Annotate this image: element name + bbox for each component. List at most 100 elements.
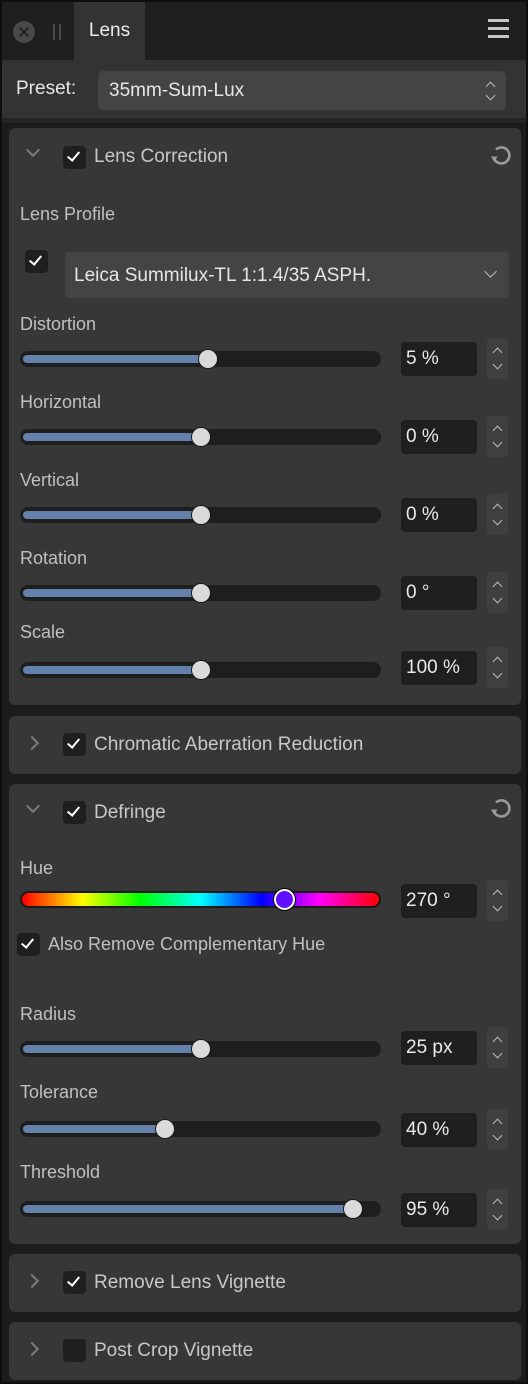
slider-fill: [23, 1205, 354, 1213]
section-header[interactable]: Defringe: [9, 784, 521, 840]
tab-lens[interactable]: Lens: [74, 2, 145, 60]
slider-thumb[interactable]: [197, 349, 218, 369]
slider-track[interactable]: [20, 505, 381, 525]
section-header[interactable]: Remove Lens Vignette: [9, 1254, 521, 1310]
section-title: Post Crop Vignette: [94, 1340, 254, 1361]
hue-value-field[interactable]: 270 °: [401, 884, 477, 918]
chevron-right-icon[interactable]: [24, 1273, 40, 1289]
checkmark-icon: [20, 935, 35, 949]
up-down-chevron-icon[interactable]: [491, 503, 503, 527]
section-header[interactable]: Chromatic Aberration Reduction: [9, 716, 521, 772]
stepper[interactable]: [487, 1189, 508, 1230]
section-title: Lens Correction: [94, 146, 229, 167]
section-post-crop-vignette: Post Crop Vignette: [9, 1322, 521, 1380]
slider-thumb[interactable]: [190, 505, 211, 525]
chromatic-aberration-checkbox[interactable]: [63, 733, 86, 756]
slider-thumb[interactable]: [190, 427, 211, 447]
hamburger-menu-icon[interactable]: [488, 19, 509, 39]
value-field[interactable]: 0 %: [401, 498, 477, 532]
section-defringe: Defringe Hue 270 ° Also Remove Complemen…: [9, 784, 521, 1244]
stepper[interactable]: [487, 494, 508, 535]
section-header[interactable]: Lens Correction: [9, 128, 521, 184]
panel-header: Lens: [2, 2, 526, 60]
preset-label: Preset:: [16, 78, 77, 99]
up-down-chevron-icon[interactable]: [491, 425, 503, 449]
up-down-chevron-icon[interactable]: [491, 1198, 503, 1222]
lens-correction-checkbox[interactable]: [63, 146, 86, 169]
slider-fill: [23, 1045, 201, 1053]
checkmark-icon: [66, 735, 81, 749]
chevron-down-icon[interactable]: [25, 142, 41, 158]
close-icon[interactable]: [13, 21, 35, 43]
stepper[interactable]: [487, 338, 508, 379]
chevron-right-icon[interactable]: [24, 1341, 40, 1357]
remove-lens-vignette-checkbox[interactable]: [63, 1271, 86, 1294]
value-field[interactable]: 100 %: [401, 651, 477, 685]
preset-row: Preset: 35mm-Sum-Lux: [2, 60, 526, 118]
preset-value: 35mm-Sum-Lux: [109, 80, 245, 101]
post-crop-vignette-checkbox[interactable]: [63, 1339, 86, 1362]
value-field[interactable]: 95 %: [401, 1193, 477, 1227]
chevron-down-icon[interactable]: [25, 798, 41, 814]
slider-label: Vertical: [20, 470, 80, 490]
section-lens-correction: Lens Correction Lens Profile Leica Summi…: [9, 128, 521, 705]
slider-thumb[interactable]: [155, 1119, 175, 1139]
up-down-chevron-icon[interactable]: [491, 347, 503, 371]
stepper[interactable]: [487, 880, 508, 921]
up-down-chevron-icon[interactable]: [491, 656, 503, 680]
section-header[interactable]: Post Crop Vignette: [9, 1322, 521, 1378]
slider-track[interactable]: [20, 1119, 381, 1139]
lens-profile-select[interactable]: Leica Summilux-TL 1:1.4/35 ASPH.: [65, 252, 509, 298]
up-down-chevron-icon[interactable]: [491, 1118, 503, 1142]
value-field[interactable]: 5 %: [401, 342, 477, 376]
slider-thumb[interactable]: [343, 1199, 364, 1219]
value-field[interactable]: 0 °: [401, 576, 477, 610]
hue-slider-thumb[interactable]: [274, 889, 296, 910]
stepper[interactable]: [487, 1109, 508, 1150]
reset-icon[interactable]: [490, 144, 512, 166]
value-field[interactable]: 0 %: [401, 420, 477, 454]
up-down-chevron-icon[interactable]: [491, 889, 503, 913]
slider-thumb[interactable]: [190, 660, 211, 680]
slider-track[interactable]: [20, 349, 381, 369]
slider-label: Threshold: [20, 1162, 101, 1182]
up-down-chevron-icon[interactable]: [491, 581, 503, 605]
also-remove-complementary-label: Also Remove Complementary Hue: [48, 934, 326, 954]
slider-label: Tolerance: [20, 1082, 99, 1102]
preset-select[interactable]: 35mm-Sum-Lux: [98, 71, 506, 110]
defringe-checkbox[interactable]: [63, 801, 86, 824]
slider-thumb[interactable]: [190, 1039, 211, 1059]
hue-slider-track[interactable]: [20, 889, 381, 910]
also-remove-complementary-checkbox[interactable]: [17, 933, 40, 956]
section-remove-lens-vignette: Remove Lens Vignette: [9, 1254, 521, 1312]
section-title: Chromatic Aberration Reduction: [94, 734, 364, 755]
stepper[interactable]: [487, 647, 508, 688]
value-field[interactable]: 25 px: [401, 1031, 477, 1065]
chevron-down-icon: [484, 265, 497, 278]
slider-track[interactable]: [20, 427, 381, 447]
slider-fill: [23, 355, 208, 363]
slider-fill: [23, 1125, 165, 1133]
drag-handle-icon[interactable]: [53, 24, 61, 40]
slider-track[interactable]: [20, 583, 381, 603]
lens-profile-checkbox[interactable]: [25, 250, 48, 273]
slider-track[interactable]: [20, 1199, 381, 1219]
reset-icon[interactable]: [490, 797, 512, 819]
slider-fill: [23, 511, 201, 519]
up-down-chevron-icon[interactable]: [491, 1036, 503, 1060]
slider-thumb[interactable]: [190, 583, 211, 603]
stepper[interactable]: [487, 572, 508, 613]
divider: [2, 118, 526, 123]
slider-fill: [23, 589, 201, 597]
section-title: Defringe: [94, 802, 166, 823]
slider-track[interactable]: [20, 1039, 381, 1059]
slider-track[interactable]: [20, 660, 381, 680]
stepper[interactable]: [487, 416, 508, 457]
stepper[interactable]: [487, 1027, 508, 1068]
slider-label: Radius: [20, 1004, 77, 1024]
slider-label: Scale: [20, 622, 66, 642]
value-field[interactable]: 40 %: [401, 1113, 477, 1147]
slider-fill: [23, 433, 201, 441]
checkmark-icon: [66, 1273, 81, 1287]
chevron-right-icon[interactable]: [24, 735, 40, 751]
